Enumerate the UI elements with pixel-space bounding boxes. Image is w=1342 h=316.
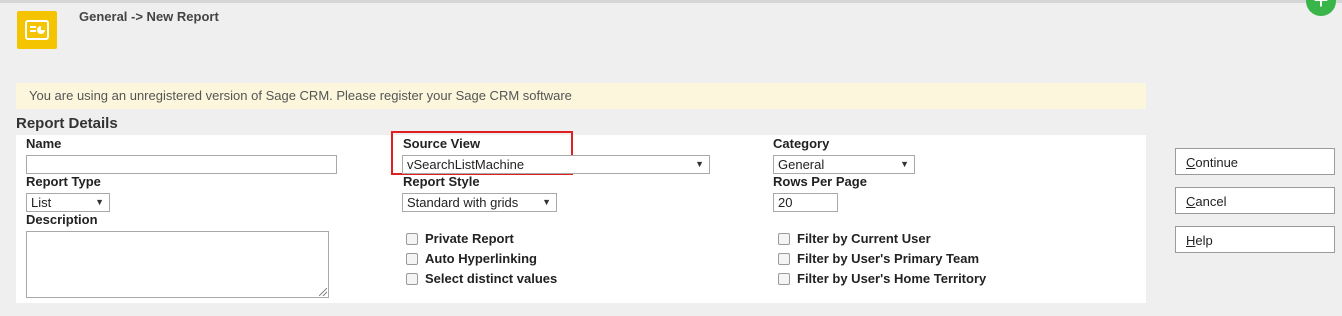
name-label: Name [26,136,62,151]
filter-current-user-checkbox-row[interactable]: Filter by Current User [778,231,931,246]
report-type-select[interactable]: List ▼ [26,193,110,212]
cancel-accesskey: C [1186,194,1196,209]
private-report-label: Private Report [425,231,514,246]
name-input[interactable] [26,155,337,174]
report-style-select[interactable]: Standard with grids ▼ [402,193,557,212]
chevron-down-icon: ▼ [900,159,909,169]
plus-icon[interactable]: + [1306,0,1336,16]
filter-primary-team-checkbox[interactable] [778,252,790,265]
continue-button[interactable]: Continue [1175,148,1335,175]
cancel-button[interactable]: Cancel [1175,187,1335,214]
chevron-down-icon: ▼ [95,197,104,207]
help-label: elp [1195,233,1213,248]
auto-hyperlinking-label: Auto Hyperlinking [425,251,537,266]
select-distinct-checkbox-row[interactable]: Select distinct values [406,271,557,286]
filter-current-user-label: Filter by Current User [797,231,931,246]
filter-primary-team-label: Filter by User's Primary Team [797,251,980,266]
continue-label: ontinue [1195,155,1239,170]
report-style-label: Report Style [403,174,480,189]
breadcrumb: General -> New Report [79,9,219,24]
private-report-checkbox-row[interactable]: Private Report [406,231,514,246]
filter-home-territory-checkbox[interactable] [778,272,790,285]
cancel-label: ancel [1195,194,1227,209]
category-select[interactable]: General ▼ [773,155,915,174]
auto-hyperlinking-checkbox-row[interactable]: Auto Hyperlinking [406,251,537,266]
category-label: Category [773,136,830,151]
report-style-value: Standard with grids [407,195,519,210]
private-report-checkbox[interactable] [406,232,418,245]
notice-text: You are using an unregistered version of… [29,88,572,103]
rows-per-page-input[interactable]: 20 [773,193,838,212]
section-title: Report Details [16,115,118,132]
help-accesskey: H [1186,233,1196,248]
report-icon [17,11,57,49]
source-view-value: vSearchListMachine [407,157,525,172]
source-view-select[interactable]: vSearchListMachine ▼ [402,155,710,174]
continue-accesskey: C [1186,155,1196,170]
description-label: Description [26,212,98,227]
auto-hyperlinking-checkbox[interactable] [406,252,418,265]
filter-home-territory-label: Filter by User's Home Territory [797,271,987,286]
source-view-label: Source View [403,136,481,151]
report-type-value: List [31,195,52,210]
filter-home-territory-checkbox-row[interactable]: Filter by User's Home Territory [778,271,986,286]
filter-current-user-checkbox[interactable] [778,232,790,245]
category-value: General [778,157,825,172]
top-border [0,0,1342,3]
chevron-down-icon: ▼ [695,159,704,169]
report-type-label: Report Type [26,174,101,189]
description-textarea[interactable] [26,231,329,298]
select-distinct-checkbox[interactable] [406,272,418,285]
chevron-down-icon: ▼ [542,197,551,207]
help-button[interactable]: Help [1175,226,1335,253]
registration-notice: You are using an unregistered version of… [16,83,1146,109]
resize-grip-icon[interactable] [319,288,327,296]
filter-primary-team-checkbox-row[interactable]: Filter by User's Primary Team [778,251,979,266]
rows-per-page-label: Rows Per Page [773,174,867,189]
select-distinct-label: Select distinct values [425,271,558,286]
